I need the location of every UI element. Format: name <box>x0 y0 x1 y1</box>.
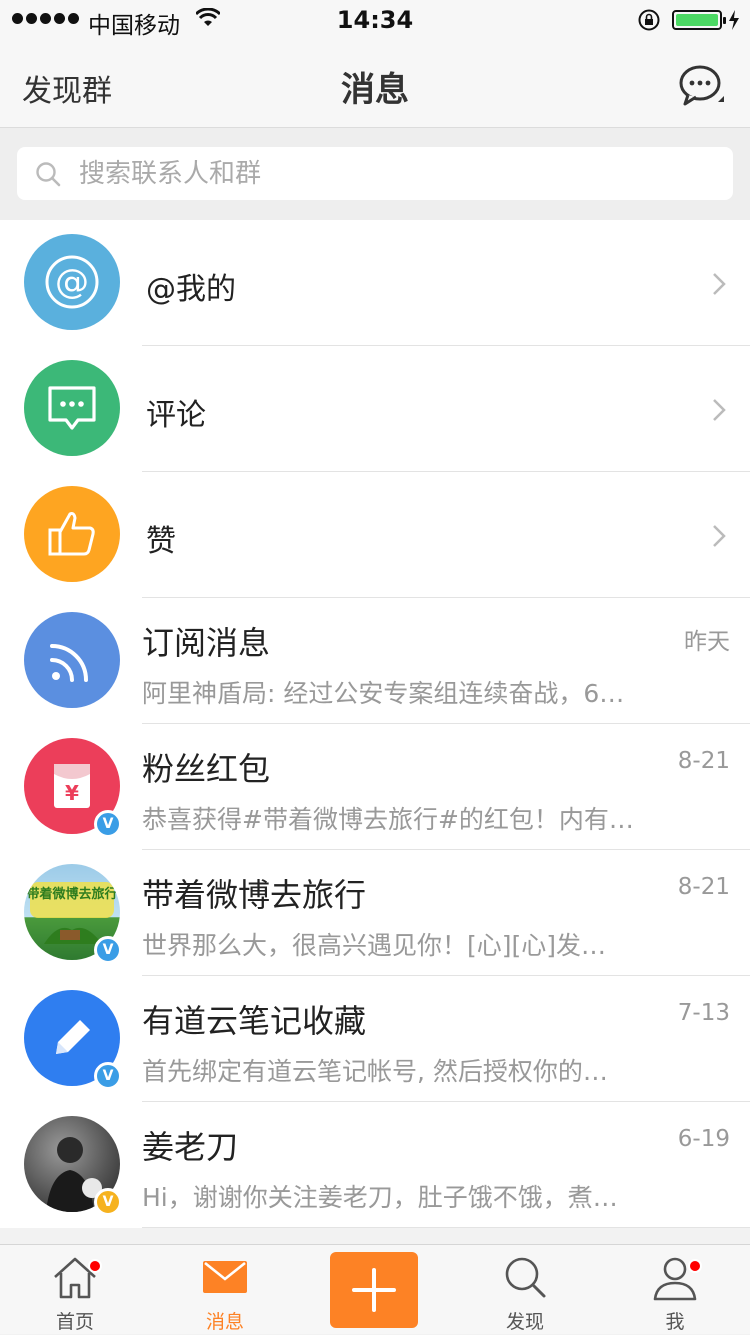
envelope-icon <box>203 1261 247 1293</box>
compose-button[interactable] <box>330 1252 418 1328</box>
search-icon <box>505 1257 546 1298</box>
verified-badge-icon: V <box>94 1188 122 1216</box>
charging-icon <box>729 10 739 30</box>
chat-bubble-icon[interactable] <box>678 64 726 108</box>
notification-dot <box>88 1259 102 1273</box>
status-bar: 中国移动 14:34 <box>0 0 750 40</box>
conversation-time: 7-13 <box>677 1000 730 1026</box>
tab-bar: 首页 消息 发现 我 <box>0 1244 750 1334</box>
rotation-lock-icon <box>638 9 660 31</box>
comments-avatar <box>24 360 120 456</box>
conversation-name: 姜老刀 <box>142 1128 239 1166</box>
red-packet-avatar: ¥ V <box>24 738 122 838</box>
conversation-preview: 世界那么大，很高兴遇见你！[心][心]发… <box>142 931 607 960</box>
search-section <box>0 128 750 220</box>
list-item-label: 赞 <box>146 524 176 559</box>
list-item-label: 评论 <box>146 398 206 433</box>
tab-label: 消息 <box>205 1311 244 1333</box>
conversation-row[interactable]: #带着微博去旅行# V 带着微博去旅行 8-21 世界那么大，很高兴遇见你！[心… <box>0 850 750 976</box>
at-icon: @ <box>45 255 99 309</box>
conversation-name: 有道云笔记收藏 <box>142 1002 367 1040</box>
list-item-mentions[interactable]: @ @我的 <box>0 220 750 346</box>
conversation-row[interactable]: V 姜老刀 6-19 Hi，谢谢你关注姜老刀，肚子饿不饿，煮… <box>0 1102 750 1228</box>
pencil-icon <box>56 1020 90 1054</box>
red-envelope-icon: ¥ <box>54 764 90 808</box>
conversation-preview: Hi，谢谢你关注姜老刀，肚子饿不饿，煮… <box>142 1183 618 1212</box>
subscription-avatar <box>24 612 120 708</box>
tab-discover[interactable]: 发现 <box>450 1245 600 1335</box>
divider <box>142 1227 750 1228</box>
conversation-name: 粉丝红包 <box>142 750 271 788</box>
conversation-time: 8-21 <box>677 874 730 900</box>
tab-label: 发现 <box>505 1311 544 1333</box>
nav-bar: 发现群 消息 <box>0 40 750 128</box>
comment-icon <box>48 386 96 430</box>
tab-label: 首页 <box>55 1311 94 1333</box>
verified-badge-icon: V <box>94 936 122 964</box>
conversation-preview: 首先绑定有道云笔记帐号, 然后授权你的… <box>142 1057 608 1086</box>
list-item-label: @我的 <box>146 272 236 307</box>
list-item-comments[interactable]: 评论 <box>0 346 750 472</box>
chevron-right-icon <box>713 273 726 295</box>
conversation-preview: 阿里神盾局: 经过公安专案组连续奋战，6… <box>142 679 625 708</box>
rss-icon <box>50 644 88 682</box>
thumbs-up-icon <box>48 512 95 556</box>
conversation-time: 6-19 <box>677 1126 730 1152</box>
tab-me[interactable]: 我 <box>600 1245 750 1335</box>
tab-home[interactable]: 首页 <box>0 1245 150 1335</box>
travel-avatar: #带着微博去旅行# V <box>24 864 122 964</box>
likes-avatar <box>24 486 120 582</box>
conversation-time: 8-21 <box>677 748 730 774</box>
search-icon <box>36 162 61 187</box>
list-item-likes[interactable]: 赞 <box>0 472 750 598</box>
message-list: @ @我的 评论 赞 订阅消息 昨天 阿里神盾局: 经过公安专案组连续奋战，6…… <box>0 220 750 1228</box>
tab-label: 我 <box>665 1311 685 1333</box>
conversation-row[interactable]: 订阅消息 昨天 阿里神盾局: 经过公安专案组连续奋战，6… <box>0 598 750 724</box>
notification-dot <box>688 1259 702 1273</box>
search-input[interactable] <box>79 147 679 200</box>
plus-icon <box>352 1268 396 1312</box>
mentions-avatar: @ <box>24 234 120 330</box>
user-photo-avatar: V <box>24 1116 122 1216</box>
battery-icon <box>672 10 726 30</box>
conversation-name: 订阅消息 <box>142 624 271 662</box>
chevron-right-icon <box>713 399 726 421</box>
conversation-row[interactable]: ¥ V 粉丝红包 8-21 恭喜获得#带着微博去旅行#的红包！内有… <box>0 724 750 850</box>
chevron-right-icon <box>713 525 726 547</box>
page-title: 消息 <box>341 70 409 110</box>
conversation-row[interactable]: V 有道云笔记收藏 7-13 首先绑定有道云笔记帐号, 然后授权你的… <box>0 976 750 1102</box>
search-bar[interactable] <box>17 147 733 200</box>
conversation-name: 带着微博去旅行 <box>142 876 367 914</box>
verified-badge-icon: V <box>94 1062 122 1090</box>
svg-text:¥: ¥ <box>65 781 79 805</box>
conversation-preview: 恭喜获得#带着微博去旅行#的红包！内有… <box>142 805 634 834</box>
verified-badge-icon: V <box>94 810 122 838</box>
svg-text:@: @ <box>55 262 89 302</box>
conversation-time: 昨天 <box>684 629 730 655</box>
youdao-note-avatar: V <box>24 990 122 1090</box>
svg-text:#带着微博去旅行#: #带着微博去旅行# <box>24 886 120 902</box>
tab-messages[interactable]: 消息 <box>150 1245 300 1335</box>
